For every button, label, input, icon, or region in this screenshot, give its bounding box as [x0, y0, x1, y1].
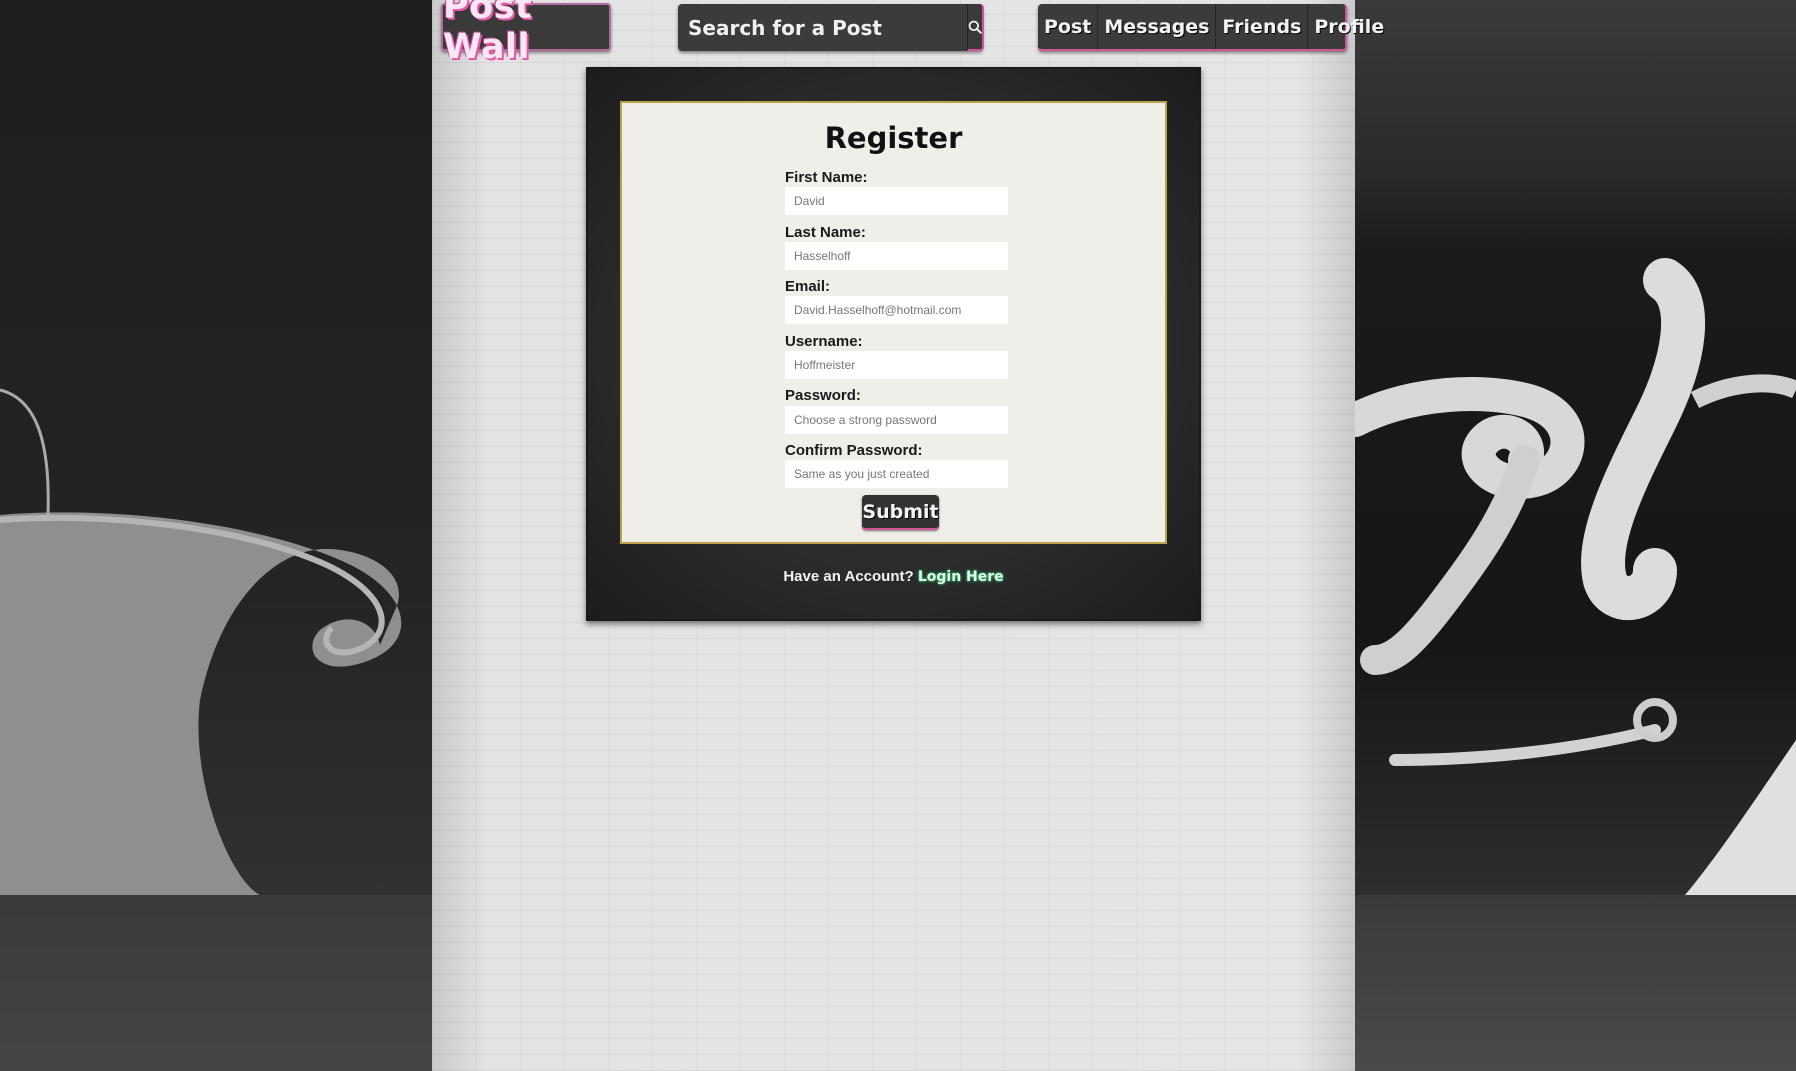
- nav-item-friends[interactable]: Friends: [1215, 4, 1307, 49]
- password-field[interactable]: [785, 406, 1008, 434]
- username-field[interactable]: [785, 351, 1008, 379]
- username-label: Username:: [785, 333, 863, 350]
- background-left: [0, 0, 432, 1071]
- mural-swirl-left: [0, 388, 402, 895]
- search-button[interactable]: [967, 4, 984, 51]
- login-link[interactable]: Login Here: [918, 569, 1004, 585]
- email-field[interactable]: [785, 296, 1008, 324]
- first-name-field[interactable]: [785, 187, 1008, 215]
- register-form: Register First Name: Last Name: Email: U…: [620, 101, 1167, 544]
- register-card: Register First Name: Last Name: Email: U…: [586, 67, 1201, 621]
- login-prompt: Have an Account? Login Here: [588, 568, 1199, 585]
- mural-swirl-right: [1355, 258, 1796, 895]
- nav-item-profile[interactable]: Profile: [1307, 4, 1390, 49]
- last-name-field[interactable]: [785, 242, 1008, 270]
- confirm-password-label: Confirm Password:: [785, 442, 923, 459]
- main-nav: Post Messages Friends Profile: [1038, 4, 1384, 51]
- search-icon: [968, 20, 982, 34]
- have-account-text: Have an Account?: [783, 568, 914, 585]
- email-label: Email:: [785, 278, 831, 295]
- form-title: Register: [824, 121, 963, 155]
- site-logo[interactable]: Post Wall: [441, 0, 611, 67]
- nav-item-post[interactable]: Post: [1038, 4, 1097, 49]
- last-name-label: Last Name:: [785, 224, 866, 241]
- search-bar: [678, 4, 984, 51]
- background-right: [1355, 0, 1796, 1071]
- confirm-password-field[interactable]: [785, 460, 1008, 488]
- password-label: Password:: [785, 387, 861, 404]
- search-input[interactable]: [678, 4, 967, 51]
- first-name-label: First Name:: [785, 169, 868, 186]
- submit-button[interactable]: Submit: [862, 495, 939, 530]
- nav-item-messages[interactable]: Messages: [1097, 4, 1215, 49]
